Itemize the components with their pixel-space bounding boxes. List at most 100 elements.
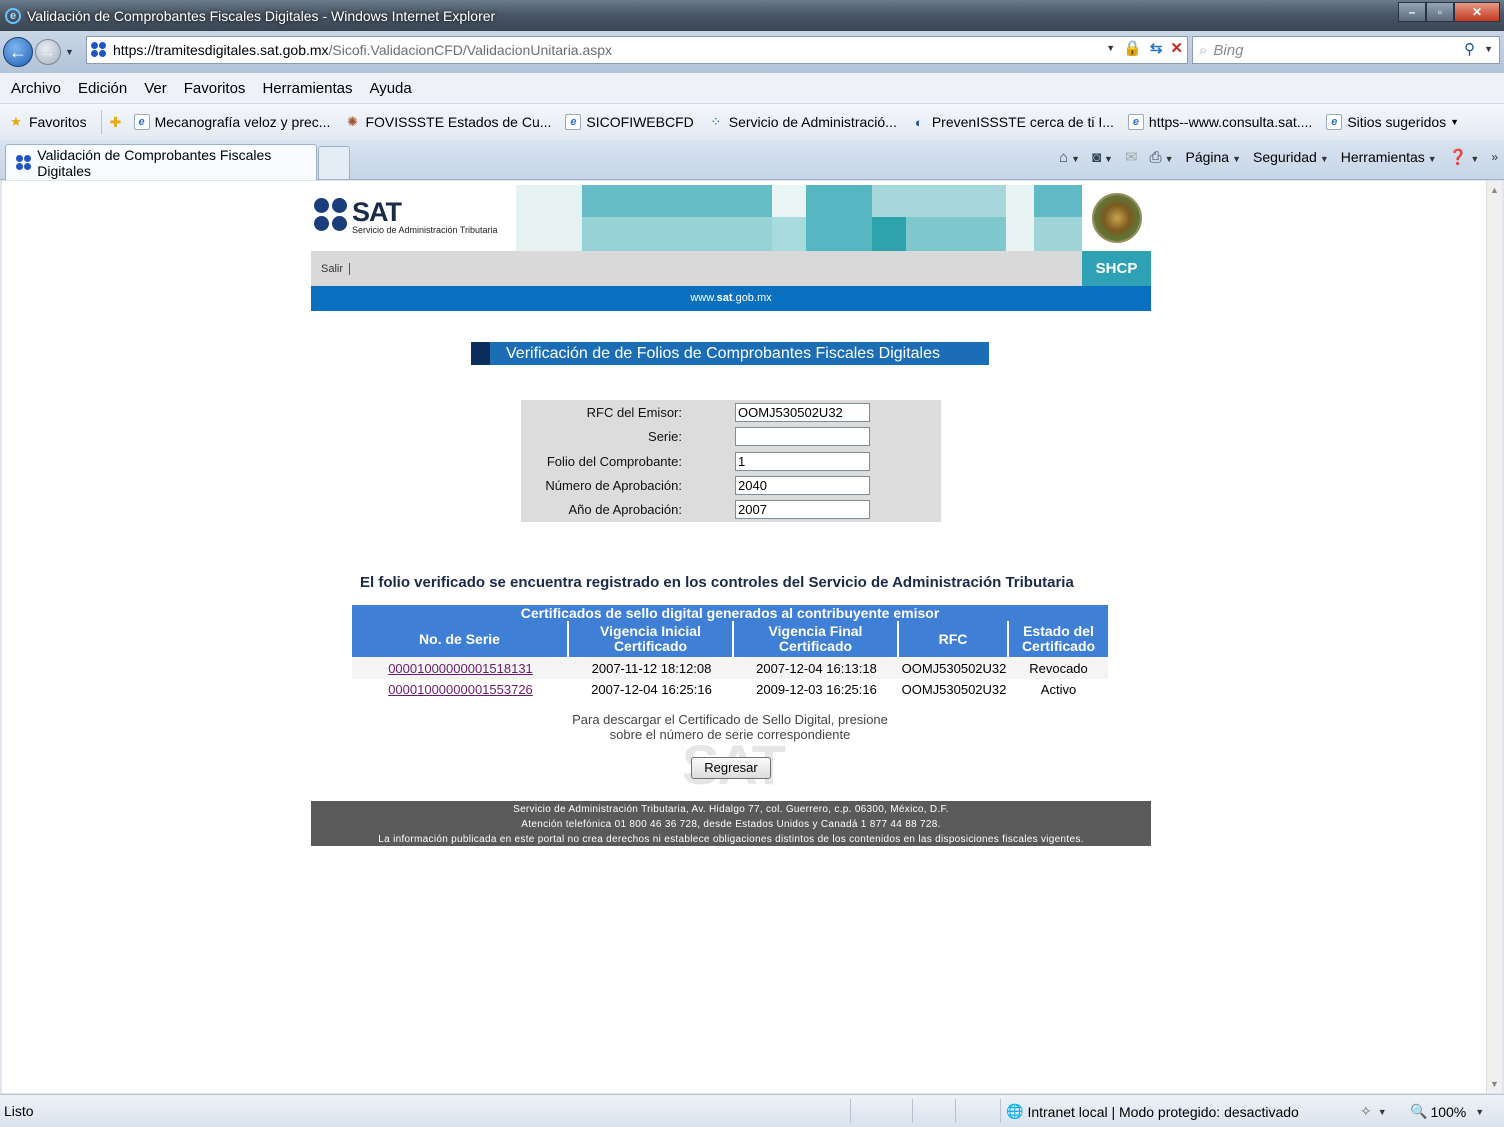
search-options-icon[interactable]: ▼ — [1484, 44, 1493, 54]
shcp-logo[interactable]: SHCP — [1082, 251, 1151, 286]
minimize-button[interactable]: – — [1398, 2, 1426, 22]
favorite-link-1[interactable]: ✺ FOVISSSTE Estados de Cu... — [344, 114, 551, 130]
security-zone-text: Intranet local | Modo protegido: desacti… — [1027, 1103, 1299, 1120]
scroll-up-icon[interactable]: ▲ — [1490, 185, 1499, 195]
favorite-link-2[interactable]: e SICOFIWEBCFD — [565, 114, 694, 130]
vigencia-inicial-cell: 2007-12-04 16:25:16 — [591, 682, 712, 697]
page-icon: e — [565, 114, 582, 130]
security-zone[interactable]: 🌐 Intranet local | Modo protegido: desac… — [1006, 1103, 1299, 1120]
tab-current[interactable]: Validación de Comprobantes Fiscales Digi… — [5, 144, 317, 180]
search-box[interactable]: ⌕ Bing ⚲ ▼ — [1192, 36, 1500, 64]
anio-aprobacion-input[interactable]: 2007 — [735, 500, 870, 519]
maximize-button[interactable]: ▫ — [1426, 2, 1454, 22]
forward-button[interactable]: → — [35, 39, 61, 65]
lock-icon[interactable]: 🔒 — [1123, 39, 1142, 57]
bing-search-icon: ⌕ — [1199, 41, 1208, 59]
header-no-serie: No. de Serie — [352, 621, 569, 657]
favorite-label: Servicio de Administració... — [728, 114, 897, 130]
rfc-cell: OOMJ530502U32 — [901, 682, 1007, 697]
security-menu[interactable]: Seguridad ▼ — [1253, 149, 1329, 165]
serie-label: Serie: — [648, 429, 682, 444]
header-estado: Estado del Certificado — [1009, 621, 1108, 657]
favorite-link-4[interactable]: ◐ PrevenISSSTE cerca de ti I... — [911, 114, 1114, 130]
menu-ayuda[interactable]: Ayuda — [369, 80, 411, 97]
download-instructions: Para descargar el Certificado de Sello D… — [572, 712, 888, 742]
certificate-download-link[interactable]: 00001000000001518131 — [388, 661, 533, 676]
favorite-label: FOVISSSTE Estados de Cu... — [365, 114, 552, 130]
form-row-anio: Año de Aprobación: 2007 — [521, 499, 941, 521]
folio-input[interactable]: 1 — [735, 452, 870, 471]
status-divider — [955, 1099, 956, 1123]
footer-phone: Atención telefónica 01 800 46 36 728, de… — [521, 819, 941, 830]
menu-herramientas[interactable]: Herramientas — [262, 80, 352, 97]
menu-bar: Archivo Edición Ver Favoritos Herramient… — [0, 73, 1504, 104]
menu-edicion[interactable]: Edición — [78, 80, 127, 97]
serie-input[interactable] — [735, 427, 870, 446]
chevron-down-icon: ▼ — [1475, 1106, 1485, 1117]
site-favicon — [16, 154, 31, 171]
help-icon[interactable]: ❓ ▼ — [1449, 148, 1480, 166]
protected-mode-icon[interactable]: ✧ ▼ — [1360, 1103, 1387, 1120]
favorite-link-5[interactable]: e https--www.consulta.sat.... — [1127, 114, 1312, 130]
regresar-button[interactable]: Regresar — [691, 757, 771, 779]
sat-logo-text: SAT — [352, 197, 402, 227]
stop-icon[interactable]: ✕ — [1170, 39, 1183, 57]
salir-link[interactable]: Salir — [321, 263, 351, 275]
read-mail-icon[interactable]: ✉ — [1125, 148, 1138, 166]
globe-icon: 🌐 — [1006, 1103, 1024, 1119]
rfc-input[interactable]: OOMJ530502U32 — [735, 403, 870, 422]
tools-menu[interactable]: Herramientas ▼ — [1341, 149, 1437, 165]
chevron-more-icon[interactable]: » — [1491, 150, 1498, 164]
history-dropdown-icon[interactable]: ▼ — [65, 47, 74, 57]
zoom-level: 100% — [1430, 1103, 1467, 1120]
page-title: Verificación de de Folios de Comprobante… — [471, 342, 989, 365]
suggested-sites-button[interactable]: e Sitios sugeridos ▼ — [1326, 114, 1459, 130]
chevron-down-icon: ▼ — [1450, 117, 1460, 127]
prevenissste-icon: ◐ — [914, 114, 923, 130]
sat-logo[interactable]: SAT Servicio de Administración Tributari… — [311, 185, 516, 251]
form-row-numero: Número de Aprobación: 2040 — [521, 475, 941, 497]
favorite-link-3[interactable]: ⁘ Servicio de Administració... — [708, 114, 897, 130]
vertical-scrollbar[interactable]: ▲ ▼ — [1486, 181, 1502, 1093]
certificate-download-link[interactable]: 00001000000001553726 — [388, 682, 533, 697]
site-favicon — [91, 42, 107, 58]
sat-logo-icon — [314, 198, 348, 232]
zoom-control[interactable]: 🔍 100% ▼ — [1410, 1103, 1484, 1120]
table-row: 00001000000001553726 2007-12-04 16:25:16… — [352, 679, 1108, 700]
status-divider — [912, 1099, 913, 1123]
page-icon: e — [133, 114, 150, 130]
search-placeholder: Bing — [1213, 41, 1244, 59]
header-rfc: RFC — [899, 621, 1009, 657]
favorite-label: PrevenISSSTE cerca de ti I... — [931, 114, 1114, 130]
new-tab-button[interactable] — [318, 146, 350, 179]
site-url-suffix: .gob.mx — [732, 292, 772, 304]
back-button[interactable]: ← — [3, 37, 33, 67]
form-row-serie: Serie: — [521, 426, 941, 448]
refresh-icon[interactable]: ⇆ — [1150, 39, 1163, 57]
close-window-button[interactable]: ✕ — [1454, 2, 1500, 22]
scroll-down-icon[interactable]: ▼ — [1490, 1079, 1499, 1089]
favorites-button[interactable]: ★ Favoritos — [8, 114, 86, 130]
numero-aprobacion-input[interactable]: 2040 — [735, 476, 870, 495]
page-viewport: SAT Servicio de Administración Tributari… — [2, 181, 1486, 1093]
page-menu[interactable]: Página ▼ — [1185, 149, 1241, 165]
verification-form: RFC del Emisor: OOMJ530502U32 Serie: Fol… — [521, 400, 941, 522]
print-icon[interactable]: ⎙ ▼ — [1150, 149, 1174, 166]
form-row-rfc: RFC del Emisor: OOMJ530502U32 — [521, 402, 941, 424]
address-bar[interactable]: https://tramitesdigitales.sat.gob.mx/Sic… — [86, 36, 1188, 64]
footer-address: Servicio de Administración Tributaria, A… — [513, 804, 949, 815]
search-icon[interactable]: ⚲ — [1464, 40, 1475, 58]
rss-feed-icon[interactable]: ◙ ▼ — [1092, 149, 1113, 166]
site-url-bar: www.sat.gob.mx — [311, 286, 1151, 311]
add-to-favorites-icon[interactable]: ✚ — [110, 114, 128, 131]
tab-bar: Validación de Comprobantes Fiscales Digi… — [0, 140, 1504, 180]
home-icon[interactable]: ⌂ ▼ — [1059, 149, 1080, 166]
favorite-label: Sitios sugeridos — [1347, 114, 1447, 130]
address-dropdown-icon[interactable]: ▼ — [1106, 43, 1115, 53]
command-bar: ⌂ ▼ ◙ ▼ ✉ ⎙ ▼ Página ▼ Seguridad ▼ Herramient… — [1059, 148, 1498, 167]
star-icon: ★ — [10, 114, 22, 129]
menu-archivo[interactable]: Archivo — [11, 80, 61, 97]
menu-favoritos[interactable]: Favoritos — [184, 80, 246, 97]
menu-ver[interactable]: Ver — [144, 80, 167, 97]
favorite-link-0[interactable]: e Mecanografía veloz y prec... — [133, 114, 330, 130]
